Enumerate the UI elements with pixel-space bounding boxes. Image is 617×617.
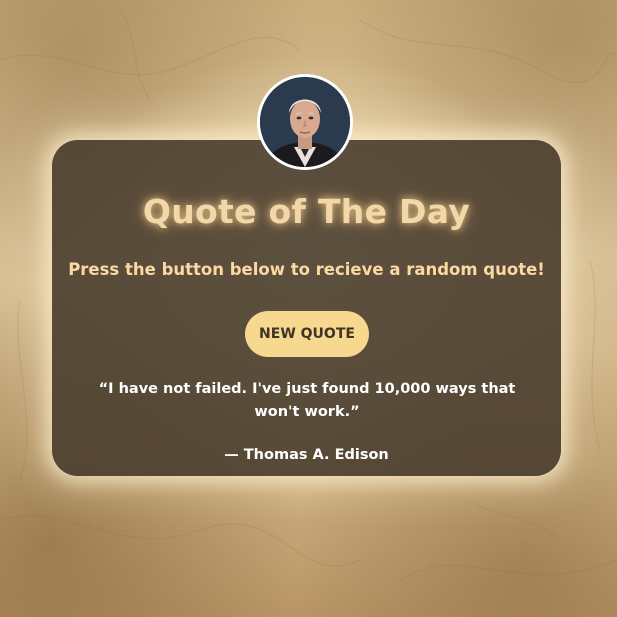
- quote-card: [52, 140, 561, 476]
- quote-author: — Thomas A. Edison: [224, 447, 389, 463]
- quote-text: “I have not failed. I've just found 10,0…: [98, 381, 516, 420]
- author-avatar: [257, 74, 353, 170]
- new-quote-button[interactable]: NEW QUOTE: [245, 311, 369, 357]
- page-title: Quote of The Day: [142, 192, 471, 231]
- instruction-text: Press the button below to recieve a rand…: [68, 260, 545, 279]
- author-portrait-icon: [260, 77, 350, 167]
